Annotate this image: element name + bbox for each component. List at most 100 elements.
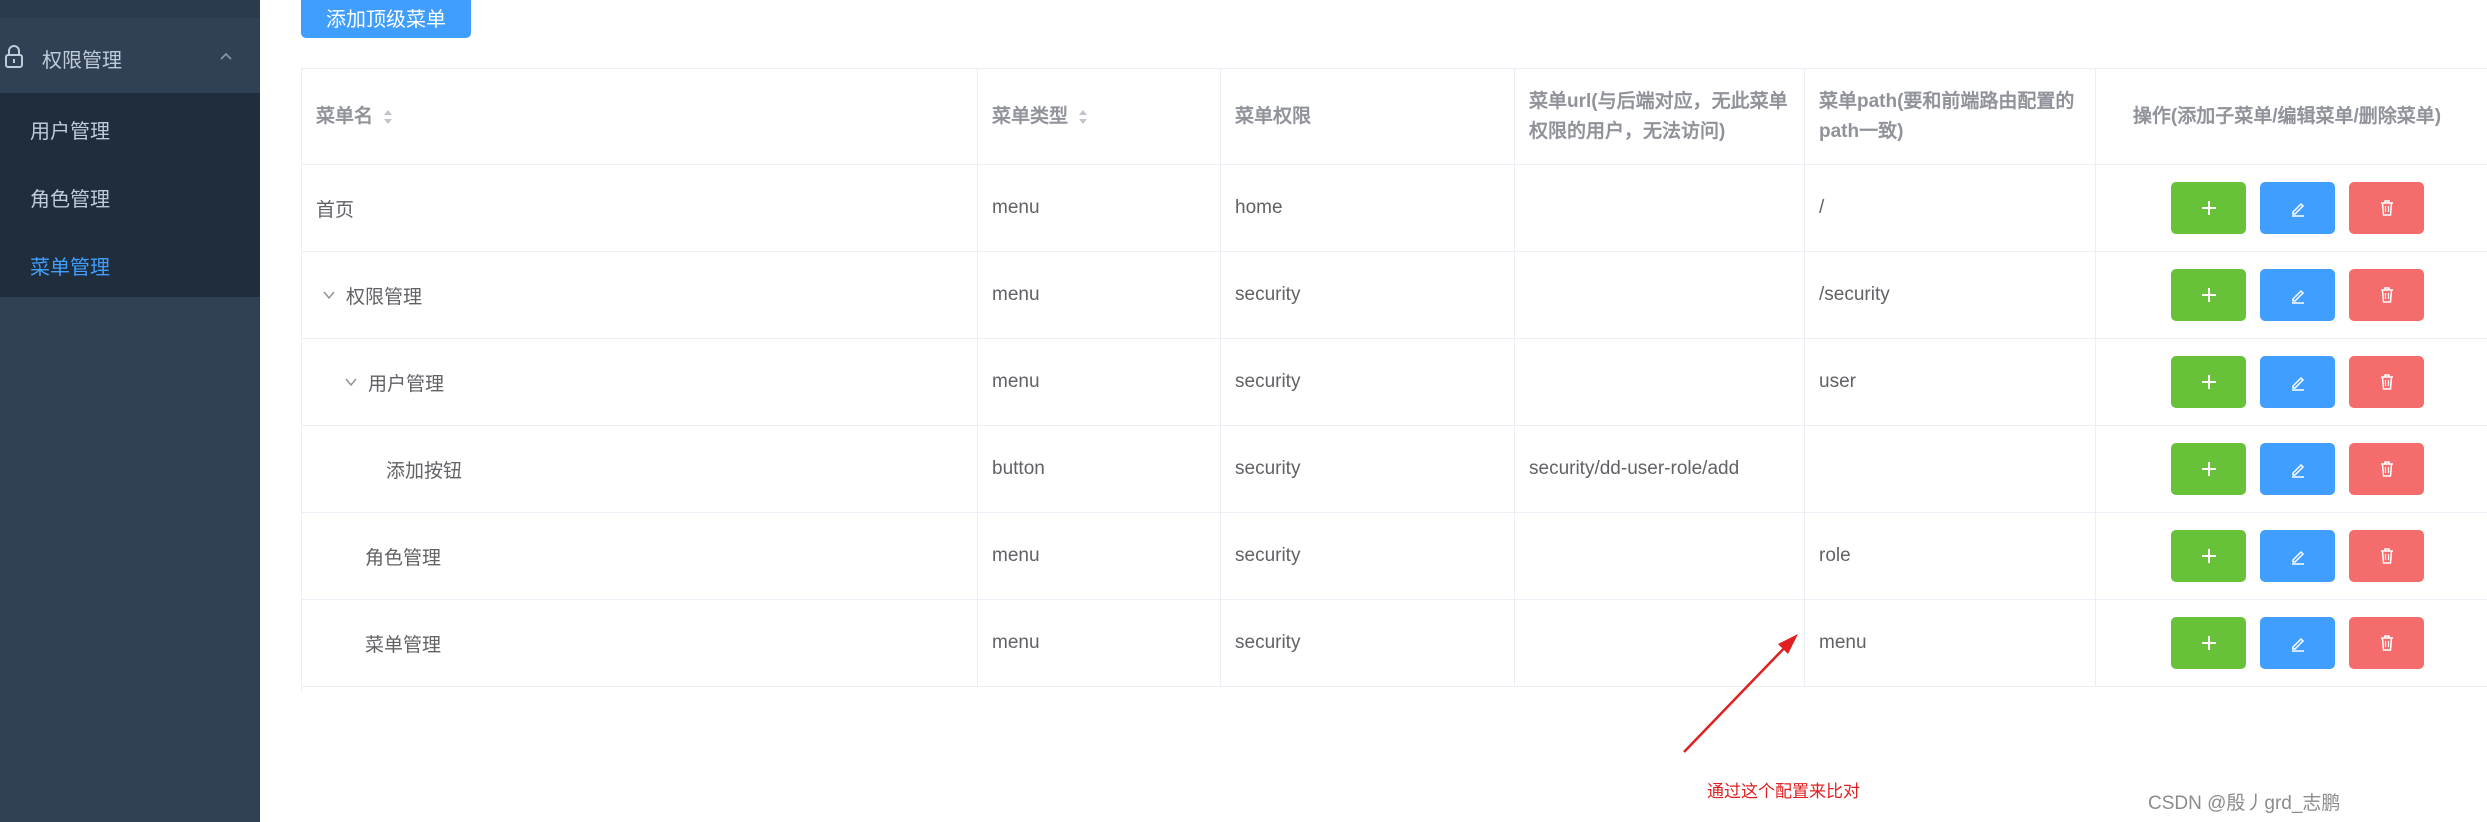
header-label: 菜单类型 bbox=[992, 105, 1069, 127]
sidebar-item-label: 菜单管理 bbox=[30, 257, 110, 279]
cell-url bbox=[1515, 339, 1805, 425]
chevron-up-icon bbox=[220, 52, 232, 60]
sidebar-item-label: 用户管理 bbox=[30, 121, 110, 143]
header-label: 菜单path(要和前端路由配置的path一致) bbox=[1819, 90, 2075, 142]
sort-icon[interactable] bbox=[1076, 107, 1090, 127]
add-top-menu-button[interactable]: 添加顶级菜单 bbox=[301, 0, 471, 38]
sidebar: 权限管理 用户管理 角色管理 菜单管理 bbox=[0, 0, 260, 822]
edit-menu-button[interactable] bbox=[2260, 182, 2335, 234]
delete-menu-button[interactable] bbox=[2349, 182, 2424, 234]
table-row: 首页 menu home / bbox=[302, 165, 2487, 252]
edit-menu-button[interactable] bbox=[2260, 356, 2335, 408]
cell-path: role bbox=[1805, 513, 2096, 599]
plus-icon bbox=[2201, 549, 2216, 563]
cell-type: menu bbox=[978, 339, 1221, 425]
edit-menu-button[interactable] bbox=[2260, 269, 2335, 321]
menu-name: 权限管理 bbox=[346, 286, 423, 308]
sidebar-item-users[interactable]: 用户管理 bbox=[0, 93, 260, 161]
menu-name: 首页 bbox=[316, 199, 355, 221]
header-perm: 菜单权限 bbox=[1221, 69, 1515, 164]
chevron-down-icon[interactable] bbox=[322, 288, 336, 302]
edit-menu-button[interactable] bbox=[2260, 530, 2335, 582]
table-row: 角色管理 menu security role bbox=[302, 513, 2487, 600]
header-label: 菜单权限 bbox=[1235, 105, 1312, 127]
header-label: 菜单url(与后端对应，无此菜单权限的用户，无法访问) bbox=[1529, 90, 1788, 142]
trash-icon bbox=[2380, 374, 2393, 390]
menu-name: 添加按钮 bbox=[386, 460, 463, 482]
cell-ops bbox=[2096, 426, 2487, 512]
plus-icon bbox=[2201, 462, 2216, 476]
header-ops: 操作(添加子菜单/编辑菜单/删除菜单) bbox=[2096, 69, 2487, 164]
edit-icon bbox=[2291, 289, 2304, 304]
edit-menu-button[interactable] bbox=[2260, 443, 2335, 495]
cell-perm: home bbox=[1221, 165, 1515, 251]
cell-type: menu bbox=[978, 165, 1221, 251]
sidebar-group-title: 权限管理 bbox=[42, 50, 122, 72]
table-row: 菜单管理 menu security menu bbox=[302, 600, 2487, 687]
header-path: 菜单path(要和前端路由配置的path一致) bbox=[1805, 69, 2096, 164]
menu-name: 角色管理 bbox=[365, 547, 442, 569]
header-type[interactable]: 菜单类型 bbox=[978, 69, 1221, 164]
header-name[interactable]: 菜单名 bbox=[302, 69, 978, 164]
delete-menu-button[interactable] bbox=[2349, 530, 2424, 582]
cell-perm: security bbox=[1221, 252, 1515, 338]
sidebar-previous-item[interactable] bbox=[0, 0, 260, 18]
edit-icon bbox=[2291, 376, 2304, 391]
cell-ops bbox=[2096, 513, 2487, 599]
cell-type: button bbox=[978, 426, 1221, 512]
sidebar-group-security[interactable]: 权限管理 bbox=[0, 18, 260, 93]
cell-name: 添加按钮 bbox=[302, 426, 978, 512]
cell-path: / bbox=[1805, 165, 2096, 251]
cell-type: menu bbox=[978, 513, 1221, 599]
trash-icon bbox=[2380, 200, 2393, 216]
add-submenu-button[interactable] bbox=[2171, 530, 2246, 582]
cell-perm: security bbox=[1221, 600, 1515, 686]
cell-path: menu bbox=[1805, 600, 2096, 686]
cell-name: 用户管理 bbox=[302, 339, 978, 425]
plus-icon bbox=[2201, 636, 2216, 650]
menu-name: 菜单管理 bbox=[365, 634, 442, 656]
delete-menu-button[interactable] bbox=[2349, 269, 2424, 321]
cell-ops bbox=[2096, 165, 2487, 251]
trash-icon bbox=[2380, 548, 2393, 564]
add-submenu-button[interactable] bbox=[2171, 182, 2246, 234]
cell-name: 角色管理 bbox=[302, 513, 978, 599]
add-submenu-button[interactable] bbox=[2171, 617, 2246, 669]
header-label: 菜单名 bbox=[316, 105, 374, 127]
sort-icon[interactable] bbox=[381, 107, 395, 127]
add-submenu-button[interactable] bbox=[2171, 356, 2246, 408]
cell-type: menu bbox=[978, 252, 1221, 338]
cell-url bbox=[1515, 513, 1805, 599]
header-url: 菜单url(与后端对应，无此菜单权限的用户，无法访问) bbox=[1515, 69, 1805, 164]
menu-table: 菜单名 菜单类型 菜单权限 菜单url(与后端对应，无此菜单权限的用户，无法访问… bbox=[301, 68, 2487, 692]
edit-menu-button[interactable] bbox=[2260, 617, 2335, 669]
delete-menu-button[interactable] bbox=[2349, 443, 2424, 495]
cell-name: 菜单管理 bbox=[302, 600, 978, 686]
table-row: 权限管理 menu security /security bbox=[302, 252, 2487, 339]
menu-name: 用户管理 bbox=[368, 373, 445, 395]
trash-icon bbox=[2380, 461, 2393, 477]
cell-url: security/dd-user-role/add bbox=[1515, 426, 1805, 512]
sidebar-item-menus[interactable]: 菜单管理 bbox=[0, 229, 260, 297]
cell-perm: security bbox=[1221, 513, 1515, 599]
edit-icon bbox=[2291, 550, 2304, 565]
watermark: CSDN @殷丿grd_志鹏 bbox=[2148, 793, 2341, 814]
add-submenu-button[interactable] bbox=[2171, 269, 2246, 321]
trash-icon bbox=[2380, 635, 2393, 651]
cell-ops bbox=[2096, 252, 2487, 338]
trash-icon bbox=[2380, 287, 2393, 303]
cell-path: user bbox=[1805, 339, 2096, 425]
delete-menu-button[interactable] bbox=[2349, 617, 2424, 669]
annotation-arrow bbox=[1683, 634, 1798, 753]
edit-icon bbox=[2291, 637, 2304, 652]
cell-ops bbox=[2096, 339, 2487, 425]
table-header: 菜单名 菜单类型 菜单权限 菜单url(与后端对应，无此菜单权限的用户，无法访问… bbox=[302, 69, 2487, 165]
cell-path: /security bbox=[1805, 252, 2096, 338]
sidebar-item-roles[interactable]: 角色管理 bbox=[0, 161, 260, 229]
add-submenu-button[interactable] bbox=[2171, 443, 2246, 495]
sidebar-item-label: 角色管理 bbox=[30, 189, 110, 211]
delete-menu-button[interactable] bbox=[2349, 356, 2424, 408]
edit-icon bbox=[2291, 463, 2304, 478]
chevron-down-icon[interactable] bbox=[344, 375, 358, 389]
cell-path bbox=[1805, 426, 2096, 512]
